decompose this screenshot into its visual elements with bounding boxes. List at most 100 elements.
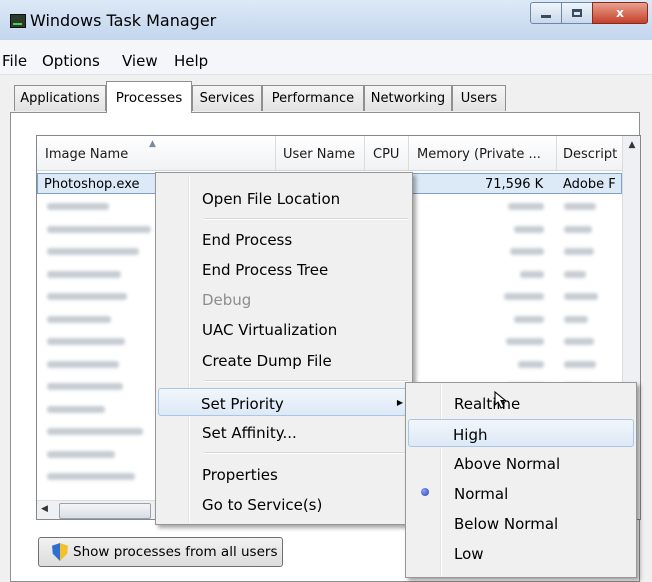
tab-services[interactable]: Services [192, 85, 262, 111]
obscured-cell [518, 360, 544, 368]
column-divider[interactable] [275, 136, 276, 170]
obscured-cell [564, 270, 586, 278]
menu-help[interactable]: Help [174, 52, 208, 70]
menu-separator [204, 452, 408, 454]
close-button[interactable]: x [592, 2, 648, 24]
show-all-processes-button[interactable]: Show processes from all users [38, 537, 283, 567]
submenu-arrow-icon: ▶ [396, 398, 403, 407]
obscured-cell [514, 315, 544, 323]
sort-ascending-icon: ▲ [149, 139, 156, 149]
tab-users[interactable]: Users [452, 85, 506, 111]
column-cpu[interactable]: CPU [373, 147, 399, 162]
column-description[interactable]: Descript [563, 147, 619, 162]
obscured-cell [508, 203, 544, 210]
column-divider[interactable] [364, 136, 365, 170]
scroll-thumb[interactable] [59, 503, 151, 519]
menu-item-end-process-tree[interactable]: End Process Tree [158, 255, 410, 283]
uac-shield-icon [52, 543, 68, 561]
obscured-cell [564, 360, 596, 368]
menu-item-label: Set Affinity... [202, 424, 297, 442]
menu-item-label: Go to Service(s) [202, 496, 323, 514]
window-title: Windows Task Manager [30, 11, 217, 30]
menu-item-end-process[interactable]: End Process [158, 225, 410, 253]
menu-item-label: End Process [202, 231, 293, 249]
obscured-cell [47, 248, 139, 255]
menu-item-label: Above Normal [454, 455, 561, 473]
menu-item-set-affinity[interactable]: Set Affinity... [158, 418, 410, 446]
tab-networking[interactable]: Networking [364, 85, 452, 111]
priority-item-low[interactable]: Low [408, 539, 634, 567]
menu-item-label: UAC Virtualization [202, 321, 338, 339]
menu-options[interactable]: Options [42, 52, 100, 70]
process-context-menu: Open File Location End Process End Proce… [155, 172, 413, 525]
menu-item-properties[interactable]: Properties [158, 460, 410, 488]
priority-item-high[interactable]: High [408, 419, 634, 447]
obscured-cell [47, 450, 115, 458]
menu-file[interactable]: File [2, 52, 27, 70]
obscured-cell [520, 270, 544, 278]
cell-memory: 71,596 K [485, 177, 544, 192]
obscured-cell [47, 428, 143, 435]
show-all-processes-label: Show processes from all users [73, 544, 278, 560]
menu-item-label: Create Dump File [202, 352, 332, 370]
obscured-cell [564, 315, 588, 323]
maximize-button[interactable] [561, 2, 593, 24]
obscured-cell [47, 473, 135, 480]
column-divider[interactable] [556, 136, 557, 170]
cell-description: Adobe F [563, 177, 616, 192]
obscured-cell [47, 338, 125, 345]
radio-selected-icon [421, 488, 429, 496]
title-bar: Windows Task Manager x [0, 0, 652, 40]
priority-item-normal[interactable]: Normal [408, 479, 634, 507]
menu-separator [204, 380, 408, 382]
obscured-cell [47, 225, 151, 233]
obscured-cell [564, 293, 598, 300]
priority-submenu: Realtime High Above Normal Normal Below … [405, 382, 637, 578]
obscured-cell [47, 383, 123, 390]
menu-item-label: Debug [202, 291, 252, 309]
column-divider[interactable] [408, 136, 409, 170]
obscured-cell [564, 248, 594, 255]
tab-processes[interactable]: Processes [106, 81, 192, 113]
priority-item-above-normal[interactable]: Above Normal [408, 449, 634, 477]
menu-view[interactable]: View [122, 52, 158, 70]
column-memory[interactable]: Memory (Private ... [417, 147, 541, 162]
column-image-name[interactable]: Image Name [45, 147, 128, 162]
tab-performance[interactable]: Performance [262, 85, 364, 111]
obscured-cell [47, 293, 127, 300]
menu-item-label: Below Normal [454, 515, 559, 533]
menu-item-label: Low [454, 545, 484, 563]
menu-item-create-dump-file[interactable]: Create Dump File [158, 346, 410, 374]
tab-applications[interactable]: Applications [14, 85, 106, 111]
obscured-cell [47, 360, 119, 368]
obscured-cell [564, 225, 592, 233]
menu-item-label: Normal [454, 485, 509, 503]
scroll-left-icon[interactable]: ◀ [41, 504, 48, 514]
menu-item-set-priority[interactable]: Set Priority ▶ [158, 388, 410, 416]
scroll-up-icon[interactable]: ▲ [623, 140, 640, 150]
obscured-cell [564, 338, 594, 345]
obscured-cell [514, 225, 544, 233]
column-header-row: ▲ Image Name User Name CPU Memory (Priva… [37, 136, 640, 171]
column-user-name[interactable]: User Name [283, 147, 355, 162]
menu-item-label: High [453, 426, 488, 444]
minimize-button[interactable] [530, 2, 562, 24]
menu-bar: File Options View Help [0, 40, 652, 75]
obscured-cell [506, 338, 544, 345]
menu-item-label: End Process Tree [202, 261, 329, 279]
menu-item-label: Open File Location [202, 190, 341, 208]
priority-item-realtime[interactable]: Realtime [408, 389, 634, 417]
obscured-cell [510, 248, 544, 255]
menu-separator [204, 218, 408, 220]
menu-item-go-to-services[interactable]: Go to Service(s) [158, 490, 410, 518]
menu-item-open-file-location[interactable]: Open File Location [158, 184, 410, 212]
menu-item-uac-virtualization[interactable]: UAC Virtualization [158, 315, 410, 343]
menu-item-label: Set Priority [201, 395, 284, 413]
obscured-cell [47, 270, 121, 278]
cell-image-name: Photoshop.exe [44, 177, 140, 192]
obscured-cell [47, 405, 105, 413]
menu-item-debug: Debug [158, 285, 410, 313]
menu-item-label: Properties [202, 466, 278, 484]
minimize-icon [541, 14, 551, 18]
priority-item-below-normal[interactable]: Below Normal [408, 509, 634, 537]
